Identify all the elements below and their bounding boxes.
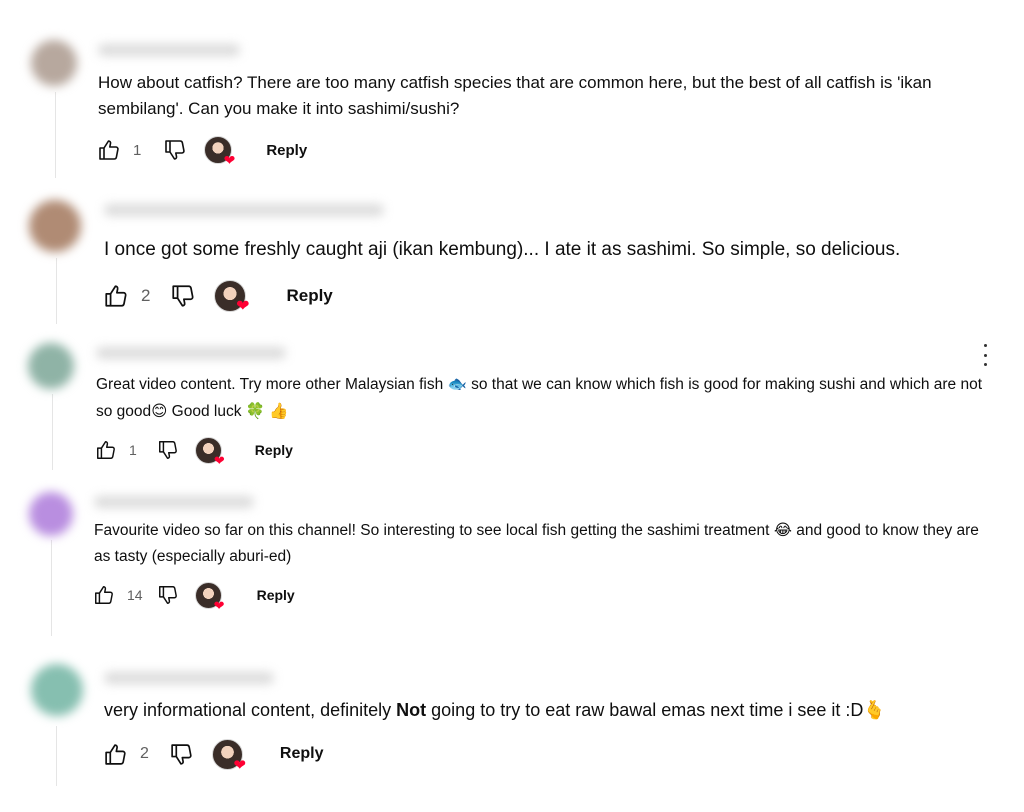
author-name[interactable] <box>94 496 254 508</box>
avatar[interactable] <box>31 664 83 716</box>
avatar[interactable] <box>28 343 74 389</box>
like-count: 14 <box>127 587 143 603</box>
avatar[interactable] <box>29 200 81 252</box>
thumbs-up-icon <box>95 439 117 461</box>
reply-button[interactable]: Reply <box>257 587 295 603</box>
like-button[interactable] <box>97 138 121 162</box>
reply-button[interactable]: Reply <box>280 745 324 763</box>
creator-heart-icon: ❤ <box>194 436 225 467</box>
comment-text: Favourite video so far on this channel! … <box>94 521 979 565</box>
like-count: 1 <box>133 141 142 159</box>
comment-actions: 2 ❤ Reply <box>103 279 333 315</box>
thumbs-down-icon <box>157 439 179 461</box>
thumbs-down-icon <box>163 138 187 162</box>
like-button[interactable] <box>95 439 117 461</box>
comment-actions: 2 ❤ Reply <box>103 738 324 773</box>
like-count: 2 <box>140 745 149 762</box>
dislike-button[interactable] <box>163 138 187 162</box>
thumbs-up-icon <box>93 584 115 606</box>
laughing-emoji: 😂 <box>773 521 792 539</box>
reply-button[interactable]: Reply <box>286 286 332 306</box>
comment-text: I once got some freshly caught aji (ikan… <box>104 239 901 260</box>
author-name[interactable] <box>104 204 384 216</box>
comment-text: How about catfish? There are too many ca… <box>98 73 932 118</box>
reply-button[interactable]: Reply <box>266 142 307 159</box>
more-options-button[interactable] <box>980 344 990 366</box>
reply-button[interactable]: Reply <box>255 442 293 458</box>
comment-actions: 14 ❤ Reply <box>93 580 295 612</box>
like-button[interactable] <box>103 283 129 309</box>
clover-emoji: 🍀 <box>245 402 266 420</box>
author-name[interactable] <box>104 672 274 684</box>
creator-heart-icon: ❤ <box>204 136 235 167</box>
like-count: 1 <box>129 442 137 458</box>
like-count: 2 <box>141 286 151 305</box>
thread-line <box>56 726 57 786</box>
thumbs-up-emoji: 👍 <box>269 402 289 420</box>
dislike-button[interactable] <box>170 283 196 309</box>
like-button[interactable] <box>93 584 115 606</box>
thread-line <box>56 258 57 324</box>
fish-emoji: 🐟 <box>447 375 467 393</box>
author-name[interactable] <box>98 44 240 56</box>
thread-line <box>52 394 53 470</box>
dislike-button[interactable] <box>169 742 194 767</box>
creator-heart-icon: ❤ <box>211 738 246 773</box>
like-button[interactable] <box>103 742 128 767</box>
thread-line <box>55 92 56 178</box>
thumbs-up-icon <box>103 283 129 309</box>
thumbs-up-icon <box>103 742 128 767</box>
vertical-dots-icon <box>983 344 987 347</box>
comment-actions: 1 ❤ Reply <box>97 134 307 167</box>
hand-emoji: 🫰 <box>863 700 886 721</box>
thread-line <box>51 540 52 636</box>
author-name[interactable] <box>96 347 286 359</box>
comment-text: Great video content. Try more other Mala… <box>96 375 983 420</box>
creator-heart-icon: ❤ <box>214 280 249 315</box>
dislike-button[interactable] <box>157 439 179 461</box>
avatar[interactable] <box>29 492 73 536</box>
dislike-button[interactable] <box>157 584 179 606</box>
thumbs-down-icon <box>169 742 194 767</box>
comment-text: very informational content, definitely N… <box>104 700 886 721</box>
avatar[interactable] <box>31 40 77 86</box>
smile-emoji: 😊 <box>151 402 168 420</box>
thumbs-down-icon <box>157 584 179 606</box>
thumbs-down-icon <box>170 283 196 309</box>
thumbs-up-icon <box>97 138 121 162</box>
creator-heart-icon: ❤ <box>194 581 225 612</box>
comment-actions: 1 ❤ Reply <box>95 435 293 467</box>
